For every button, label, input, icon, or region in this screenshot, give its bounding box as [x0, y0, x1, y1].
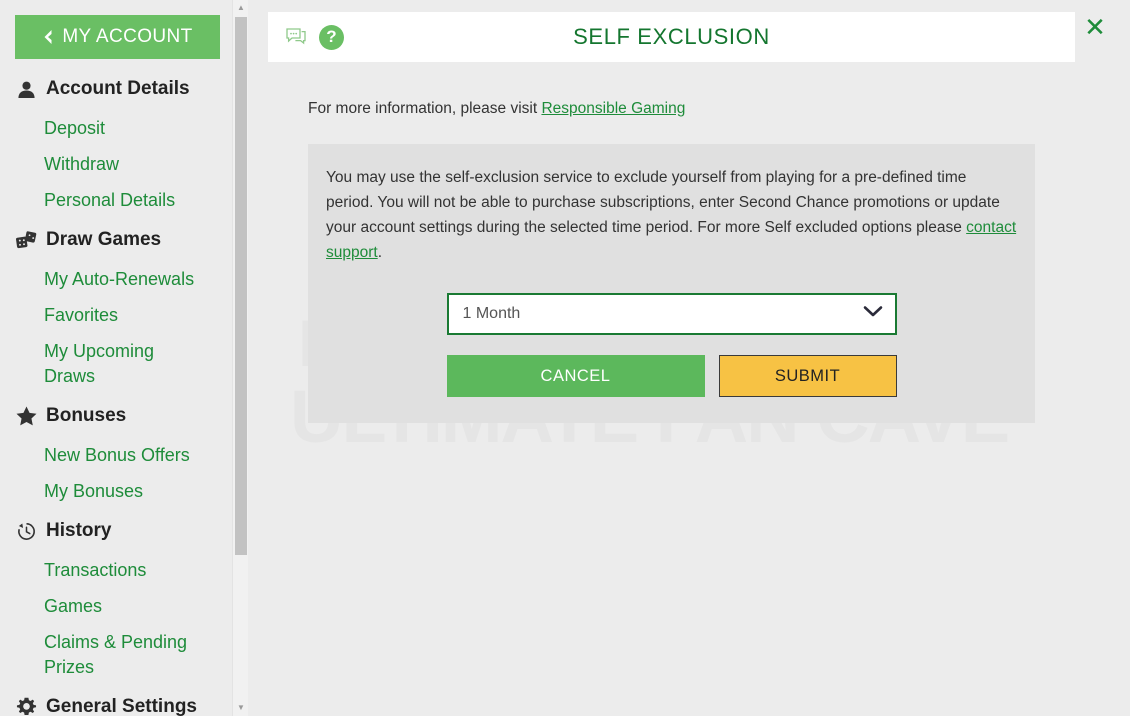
scrollbar-thumb[interactable]	[235, 17, 247, 555]
close-x-icon[interactable]: ✕	[1082, 15, 1108, 41]
exclusion-period-select[interactable]: 1 Month	[446, 293, 897, 335]
dice-icon	[15, 229, 37, 251]
sidebar-item-my-auto-renewals[interactable]: My Auto-Renewals	[0, 267, 200, 292]
sidebar-group-account-details[interactable]: Account Details	[0, 73, 232, 105]
modal-action-buttons: CANCEL SUBMIT	[446, 355, 897, 397]
exclusion-period-select-wrapper: 1 Month	[446, 293, 897, 335]
page-title: SELF EXCLUSION	[573, 24, 770, 49]
sidebar-group-title: Bonuses	[46, 405, 127, 426]
sidebar-group-title: History	[46, 520, 112, 541]
sidebar-group-title: General Settings	[46, 696, 197, 716]
self-exclusion-description: You may use the self-exclusion service t…	[326, 165, 1017, 265]
chevron-left-icon	[42, 29, 53, 48]
responsible-gaming-line: For more information, please visit Respo…	[308, 100, 1035, 118]
sidebar-item-games[interactable]: Games	[0, 594, 200, 619]
my-account-button[interactable]: MY ACCOUNT	[15, 15, 220, 59]
account-sidebar: MY ACCOUNT Account Details Deposit Withd…	[0, 0, 232, 716]
scroll-down-arrow-icon[interactable]: ▼	[233, 701, 249, 715]
sidebar-item-claims-pending-prizes[interactable]: Claims & Pending Prizes	[0, 630, 200, 680]
sidebar-group-general-settings[interactable]: General Settings	[0, 691, 232, 716]
self-exclusion-panel: You may use the self-exclusion service t…	[308, 144, 1035, 423]
sidebar-nav: Account Details Deposit Withdraw Persona…	[0, 73, 232, 716]
info-prefix-text: For more information, please visit	[308, 100, 542, 117]
gear-icon	[15, 696, 37, 716]
clock-history-icon	[15, 520, 37, 542]
user-icon	[15, 78, 37, 100]
sidebar-item-my-upcoming-draws[interactable]: My Upcoming Draws	[0, 339, 200, 389]
sidebar-item-new-bonus-offers[interactable]: New Bonus Offers	[0, 443, 200, 468]
question-mark-icon[interactable]: ?	[319, 24, 344, 50]
exclusion-period-value: 1 Month	[462, 305, 521, 322]
sidebar-group-title: Account Details	[46, 78, 190, 99]
star-icon	[15, 405, 37, 427]
header-icon-group: ?	[286, 24, 344, 50]
page-root: ENTER THE ULTIMATE FAN CAVE MY ACCOUNT	[0, 0, 1130, 716]
sidebar-item-personal-details[interactable]: Personal Details	[0, 188, 200, 213]
self-exclusion-modal: ? SELF EXCLUSION For more information, p…	[268, 12, 1075, 423]
my-account-label: MY ACCOUNT	[62, 26, 193, 47]
sidebar-item-transactions[interactable]: Transactions	[0, 558, 200, 583]
scroll-up-arrow-icon[interactable]: ▲	[233, 1, 249, 15]
sidebar-item-my-bonuses[interactable]: My Bonuses	[0, 479, 200, 504]
description-text: You may use the self-exclusion service t…	[326, 169, 1000, 236]
sidebar-group-draw-games[interactable]: Draw Games	[0, 224, 232, 256]
sidebar-item-withdraw[interactable]: Withdraw	[0, 152, 200, 177]
sidebar-group-bonuses[interactable]: Bonuses	[0, 400, 232, 432]
chat-bubble-icon[interactable]	[286, 28, 306, 46]
submit-button[interactable]: SUBMIT	[718, 355, 897, 397]
description-period: .	[377, 244, 383, 261]
sidebar-item-favorites[interactable]: Favorites	[0, 303, 200, 328]
responsible-gaming-link[interactable]: Responsible Gaming	[541, 100, 685, 117]
sidebar-scrollbar[interactable]: ▲ ▼	[232, 0, 248, 716]
cancel-button[interactable]: CANCEL	[446, 355, 705, 397]
sidebar-item-deposit[interactable]: Deposit	[0, 116, 200, 141]
modal-body: For more information, please visit Respo…	[268, 62, 1075, 423]
sidebar-group-history[interactable]: History	[0, 515, 232, 547]
sidebar-group-title: Draw Games	[46, 229, 162, 250]
modal-header: ? SELF EXCLUSION	[268, 12, 1075, 62]
